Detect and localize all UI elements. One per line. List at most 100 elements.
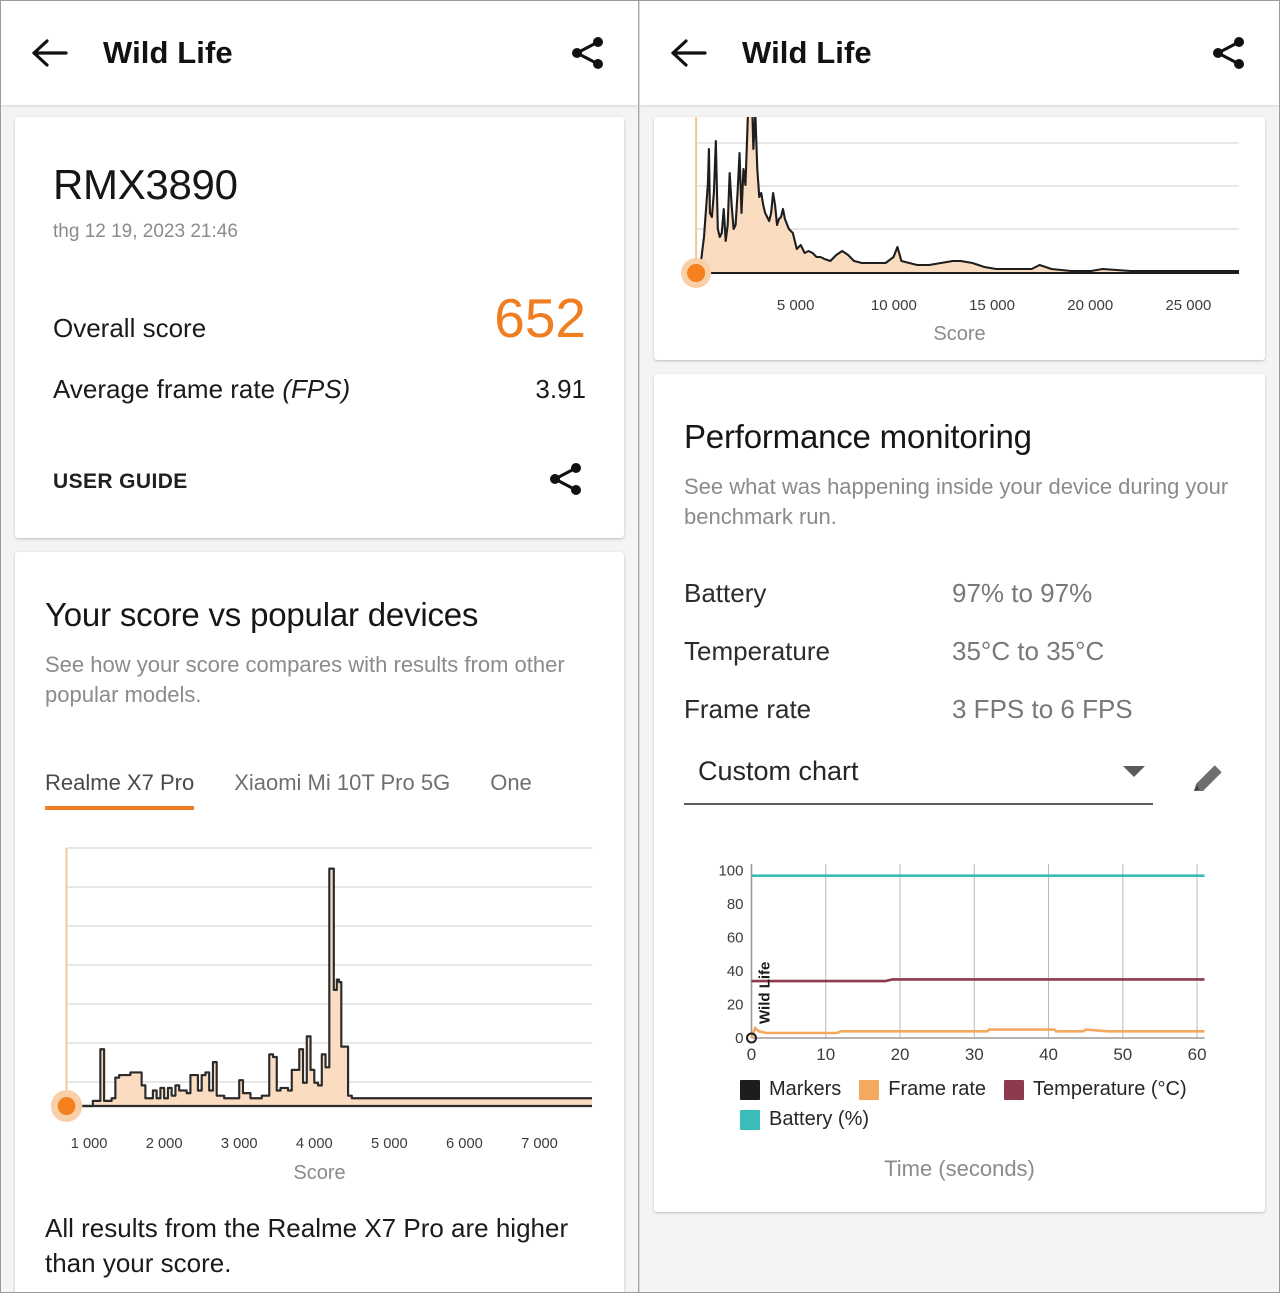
all-devices-xaxis-label: Score [933, 323, 986, 345]
chart-type-select[interactable]: Custom chart [684, 756, 1153, 805]
svg-text:7 000: 7 000 [521, 1136, 558, 1152]
legend-swatch-temperature [1004, 1079, 1025, 1100]
svg-text:80: 80 [727, 896, 744, 913]
device-distribution-plot: 1 000 2 000 3 000 4 000 5 000 6 000 7 000 [45, 840, 594, 1160]
performance-monitoring-card: Performance monitoring See what was happ… [654, 374, 1265, 1213]
svg-text:0: 0 [747, 1045, 756, 1064]
performance-subtitle: See what was happening inside your devic… [684, 474, 1229, 530]
right-scroll-area: 5 000 10 000 15 000 20 000 25 000 Score Perf… [640, 105, 1279, 1213]
svg-text:2 000: 2 000 [146, 1136, 183, 1152]
frame-rate-label-text: Average frame rate [53, 374, 283, 404]
overall-score-value: 652 [494, 287, 586, 349]
all-devices-distribution-plot: 5 000 10 000 15 000 20 000 25 000 Score [654, 117, 1265, 346]
device-model: RMX3890 [53, 161, 238, 208]
stat-row-frame-rate: Frame rate 3 FPS to 6 FPS [684, 694, 1235, 725]
svg-text:25 000: 25 000 [1165, 297, 1211, 314]
share-icon[interactable] [546, 459, 586, 504]
device-distribution-xaxis: 1 000 2 000 3 000 4 000 5 000 6 000 7 000 [71, 1136, 558, 1152]
device-tabs: Realme X7 Pro Xiaomi Mi 10T Pro 5G One [45, 754, 594, 811]
svg-text:40: 40 [1039, 1045, 1058, 1064]
left-screen: Wild Life RMX3890 thg 12 19, 2023 21:46 … [1, 1, 639, 1292]
battery-label: Battery [684, 578, 767, 609]
svg-text:30: 30 [965, 1045, 984, 1064]
device-distribution-svg [50, 847, 593, 1123]
frame-rate-label-unit: (FPS) [282, 374, 351, 404]
user-guide-row: USER GUIDE [53, 459, 586, 504]
svg-text:40: 40 [727, 963, 744, 980]
legend-label-battery: Battery (%) [769, 1108, 870, 1131]
svg-text:20 000: 20 000 [1067, 297, 1113, 314]
legend-item-markers[interactable]: Markers [740, 1078, 841, 1101]
svg-text:4 000: 4 000 [296, 1136, 333, 1152]
legend-item-temperature[interactable]: Temperature (°C) [1004, 1078, 1187, 1101]
gridlines [696, 142, 1239, 230]
legend-item-battery[interactable]: Battery (%) [740, 1108, 869, 1131]
comparison-title: Your score vs popular devices [45, 596, 479, 633]
arrow-left-icon[interactable] [666, 30, 712, 76]
legend-label-markers: Markers [769, 1078, 842, 1101]
left-appbar: Wild Life [1, 1, 638, 105]
all-devices-xaxis: 5 000 10 000 15 000 20 000 25 000 [777, 297, 1211, 314]
custom-performance-chart[interactable]: 0 20 40 60 80 100 0 10 20 30 40 50 60 Wi… [684, 852, 1235, 1182]
tab-one[interactable]: One [490, 770, 532, 810]
score-summary-card: RMX3890 thg 12 19, 2023 21:46 Overall sc… [15, 117, 624, 538]
all-devices-distribution-svg [681, 117, 1239, 288]
user-guide-link[interactable]: USER GUIDE [53, 470, 188, 494]
custom-chart-ylabel: Wild Life [757, 962, 774, 1024]
screenshot-frame: Wild Life RMX3890 thg 12 19, 2023 21:46 … [0, 0, 1280, 1293]
frame-rate-series [750, 1026, 1205, 1039]
page-title: Wild Life [103, 35, 233, 70]
performance-stats: Battery 97% to 97% Temperature 35°C to 3… [684, 578, 1235, 725]
svg-text:20: 20 [727, 997, 744, 1014]
svg-text:0: 0 [735, 1030, 743, 1047]
right-screen: Wild Life 5 000 10 000 15 000 20 000 25 … [639, 1, 1279, 1292]
custom-chart-xaxis-label: Time (seconds) [884, 1156, 1035, 1182]
chart-type-value: Custom chart [698, 755, 859, 786]
frame-rate-value: 3 FPS to 6 FPS [952, 694, 1133, 725]
right-appbar: Wild Life [640, 1, 1279, 105]
svg-text:3 000: 3 000 [221, 1136, 258, 1152]
svg-text:10: 10 [816, 1045, 835, 1064]
tab-realme-x7-pro[interactable]: Realme X7 Pro [45, 770, 195, 811]
comparison-footnote: All results from the Realme X7 Pro are h… [45, 1213, 569, 1279]
stat-row-battery: Battery 97% to 97% [684, 578, 1235, 609]
battery-value: 97% to 97% [952, 578, 1093, 609]
legend-swatch-battery [740, 1109, 760, 1130]
custom-chart-legend: Markers Frame rate Temperature (°C) Batt… [684, 1078, 1235, 1138]
device-distribution-chart[interactable]: 1 000 2 000 3 000 4 000 5 000 6 000 7 000 Scor… [45, 840, 594, 1185]
legend-row-1: Markers Frame rate Temperature (°C) [740, 1078, 1235, 1108]
chevron-down-icon [1123, 765, 1145, 777]
device-chart-xaxis-label: Score [293, 1162, 346, 1185]
svg-text:5 000: 5 000 [777, 297, 815, 314]
legend-swatch-frame-rate [859, 1079, 880, 1100]
share-icon[interactable] [1205, 29, 1253, 77]
svg-text:6 000: 6 000 [446, 1136, 483, 1152]
temperature-series [751, 978, 1205, 983]
share-icon[interactable] [564, 29, 612, 77]
chart-type-row: Custom chart [684, 752, 1235, 808]
svg-text:50: 50 [1113, 1045, 1132, 1064]
svg-text:20: 20 [891, 1045, 910, 1064]
temperature-label: Temperature [684, 636, 830, 667]
frame-rate-label: Average frame rate (FPS) [53, 374, 350, 405]
svg-text:15 000: 15 000 [969, 297, 1015, 314]
tab-xiaomi-mi-10t-pro-5g[interactable]: Xiaomi Mi 10T Pro 5G [234, 770, 450, 810]
arrow-left-icon[interactable] [27, 30, 73, 76]
svg-text:10 000: 10 000 [871, 297, 917, 314]
comparison-subtitle: See how your score compares with results… [45, 652, 565, 708]
distribution-fill [696, 117, 1239, 273]
run-timestamp: thg 12 19, 2023 21:46 [53, 221, 238, 242]
your-score-marker [687, 264, 706, 282]
legend-label-temperature: Temperature (°C) [1033, 1078, 1187, 1101]
page-title: Wild Life [742, 35, 872, 70]
svg-text:60: 60 [727, 930, 744, 947]
legend-item-frame-rate[interactable]: Frame rate [859, 1078, 986, 1101]
all-devices-distribution-card[interactable]: 5 000 10 000 15 000 20 000 25 000 Score [654, 117, 1265, 360]
frame-rate-row: Average frame rate (FPS) 3.91 [53, 374, 586, 405]
frame-rate-label: Frame rate [684, 694, 812, 725]
your-score-marker [57, 1097, 76, 1116]
overall-score-label: Overall score [53, 313, 207, 343]
legend-label-frame-rate: Frame rate [888, 1078, 987, 1101]
pencil-icon[interactable] [1179, 752, 1235, 808]
custom-chart-svg: 020406080100 0 10 20 30 40 50 60 Wild Li… [718, 863, 1206, 1064]
